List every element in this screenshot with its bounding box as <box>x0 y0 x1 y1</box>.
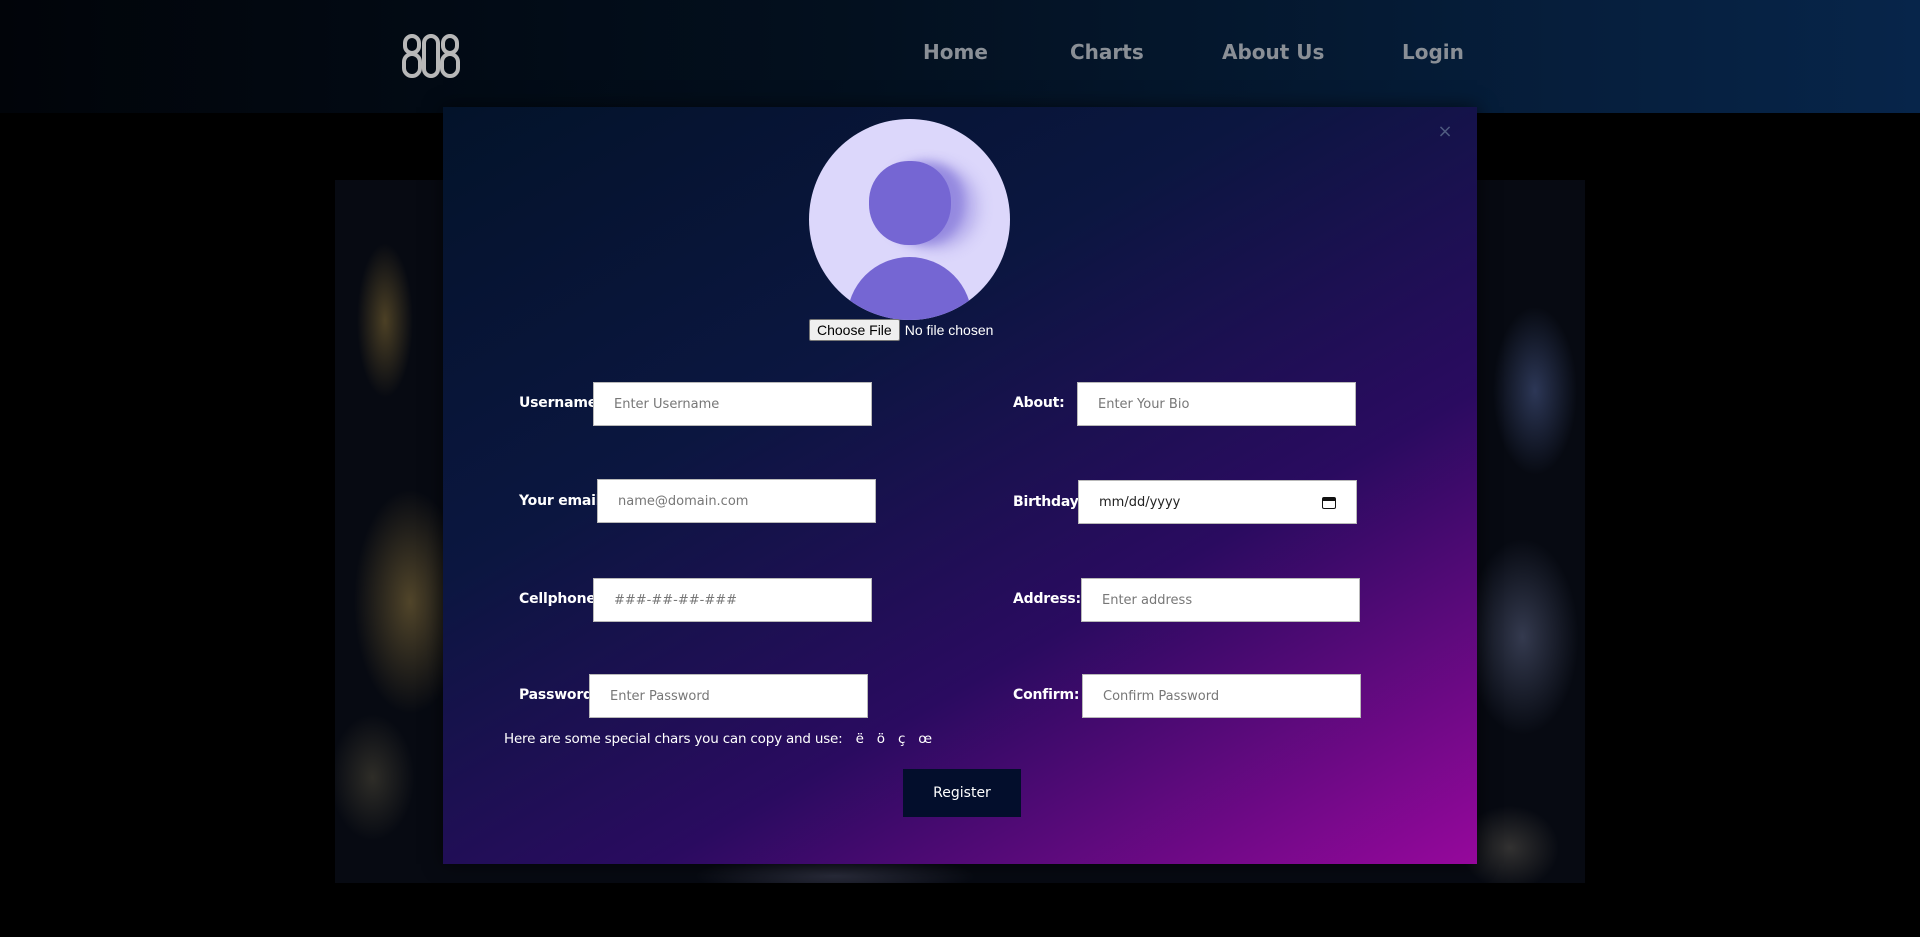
special-char: œ <box>918 731 932 747</box>
special-char: ë <box>855 731 864 747</box>
cellphone-label: Cellphone: <box>519 591 602 607</box>
special-chars-hint: Here are some special chars you can copy… <box>504 731 932 747</box>
birthday-label: Birthday: <box>1013 494 1084 510</box>
nav-about-us-link[interactable]: About Us <box>1222 40 1324 64</box>
register-button[interactable]: Register <box>903 769 1021 817</box>
file-status-text: No file chosen <box>904 322 994 338</box>
nav-home-link[interactable]: Home <box>923 40 988 64</box>
username-input[interactable] <box>593 382 872 426</box>
confirm-password-input[interactable] <box>1082 674 1361 718</box>
about-input[interactable] <box>1077 382 1356 426</box>
choose-file-button[interactable]: Choose File <box>809 319 900 341</box>
about-label: About: <box>1013 395 1065 411</box>
calendar-icon[interactable] <box>1322 495 1336 509</box>
birthday-date-input[interactable]: mm/dd/yyyy <box>1078 480 1357 524</box>
address-input[interactable] <box>1081 578 1360 622</box>
special-char: ö <box>876 731 885 747</box>
email-input[interactable] <box>597 479 876 523</box>
top-navigation-bar: Home Charts About Us Login <box>0 0 1920 113</box>
username-label: Username: <box>519 395 603 411</box>
avatar-head-shape <box>869 161 951 245</box>
nav-login-link[interactable]: Login <box>1402 40 1464 64</box>
avatar-body-shape <box>847 257 972 320</box>
special-chars-text: Here are some special chars you can copy… <box>504 731 843 747</box>
password-input[interactable] <box>589 674 868 718</box>
birthday-date-value: mm/dd/yyyy <box>1099 494 1181 510</box>
avatar-file-picker: Choose File No file chosen <box>809 319 993 341</box>
nav-charts-link[interactable]: Charts <box>1070 40 1144 64</box>
cellphone-input[interactable] <box>593 578 872 622</box>
password-label: Password: <box>519 687 599 703</box>
confirm-label: Confirm: <box>1013 687 1080 703</box>
address-label: Address: <box>1013 591 1081 607</box>
email-label: Your email: <box>519 493 606 509</box>
special-char: ç <box>897 731 906 747</box>
main-nav: Home Charts About Us Login <box>0 40 1920 70</box>
avatar-placeholder-image <box>809 119 1010 320</box>
close-icon[interactable]: × <box>1436 123 1454 141</box>
